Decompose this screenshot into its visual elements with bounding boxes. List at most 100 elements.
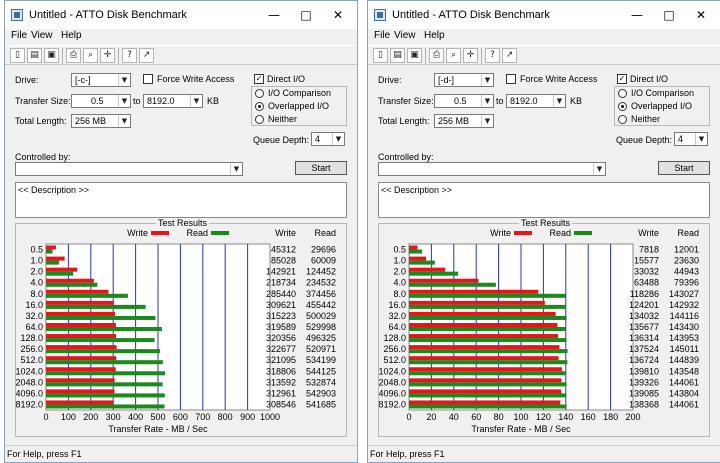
io-mode-radio-overlapped-i-o[interactable] <box>618 102 627 111</box>
menu-file[interactable]: File <box>11 30 27 41</box>
minimize-button[interactable]: — <box>624 5 650 25</box>
close-button[interactable]: ✕ <box>325 5 351 25</box>
legend-read-swatch <box>574 231 592 235</box>
write-bar <box>409 256 427 261</box>
start-button[interactable]: Start <box>295 161 347 175</box>
app-icon <box>374 9 386 21</box>
minimize-button[interactable]: — <box>261 5 287 25</box>
read-value: 60009 <box>311 256 336 266</box>
print-preview-icon[interactable]: ⌕ <box>446 48 461 63</box>
transfer-size-to-select[interactable]: 8192.0 ▼ <box>506 94 566 108</box>
total-length-select[interactable]: 256 MB ▼ <box>71 114 131 128</box>
transfer-size-from-select[interactable]: 0.5 ▼ <box>71 94 131 108</box>
write-value: 218734 <box>266 278 296 288</box>
save-icon[interactable]: ▣ <box>407 48 422 63</box>
category-label: 2048.0 <box>379 377 406 387</box>
toolbar: ▯ ▤ ▣ ⎙ ⌕ ✛? ↗ <box>5 45 357 65</box>
total-length-select[interactable]: 256 MB ▼ <box>434 114 494 128</box>
context-help-icon[interactable]: ↗ <box>139 48 154 63</box>
io-mode-radio-i-o-comparison[interactable] <box>255 89 264 98</box>
description-box[interactable]: << Description >> <box>15 182 347 218</box>
category-label: 256.0 <box>383 344 406 354</box>
write-bar <box>46 367 116 372</box>
category-label: 0.5 <box>393 245 406 255</box>
context-help-icon[interactable]: ↗ <box>502 48 517 63</box>
force-write-access-checkbox[interactable] <box>143 74 153 84</box>
x-tick-label: 120 <box>536 412 551 422</box>
menu-view[interactable]: View <box>394 30 416 41</box>
io-mode-radio-overlapped-i-o[interactable] <box>255 102 264 111</box>
move-icon[interactable]: ✛ <box>463 48 478 63</box>
force-write-access-label: Force Write Access <box>157 74 235 84</box>
description-box[interactable]: << Description >> <box>378 182 710 218</box>
transfer-size-to-select[interactable]: 8192.0 ▼ <box>143 94 203 108</box>
queue-depth-value: 4 <box>678 134 684 144</box>
menu-help[interactable]: Help <box>61 30 82 41</box>
help-icon[interactable]: ? <box>485 48 500 63</box>
help-icon[interactable]: ? <box>122 48 137 63</box>
read-value: 144061 <box>669 399 699 409</box>
maximize-button[interactable]: □ <box>656 5 682 25</box>
drive-select[interactable]: [-d-] ▼ <box>434 73 494 87</box>
write-value: 312961 <box>266 388 296 398</box>
transfer-size-from-select[interactable]: 0.5 ▼ <box>434 94 494 108</box>
print-preview-icon[interactable]: ⌕ <box>83 48 98 63</box>
direct-io-checkbox[interactable]: ✓ <box>254 74 264 84</box>
description-text: << Description >> <box>381 185 453 195</box>
move-icon[interactable]: ✛ <box>100 48 115 63</box>
x-tick-label: 140 <box>558 412 573 422</box>
new-file-icon[interactable]: ▯ <box>373 48 388 63</box>
drive-label: Drive: <box>15 75 39 85</box>
legend-write-swatch <box>151 231 169 235</box>
read-value: 542903 <box>306 388 336 398</box>
write-value: 139326 <box>629 377 659 387</box>
menu-view[interactable]: View <box>31 30 53 41</box>
chevron-down-icon: ▼ <box>118 95 130 107</box>
queue-depth-select[interactable]: 4 ▼ <box>311 132 345 146</box>
category-label: 16.0 <box>25 300 43 310</box>
menu-help[interactable]: Help <box>424 30 445 41</box>
io-mode-radio-i-o-comparison[interactable] <box>618 89 627 98</box>
write-value: 142921 <box>266 267 296 277</box>
category-label: 1024.0 <box>16 366 43 376</box>
category-label: 8192.0 <box>379 399 406 409</box>
queue-depth-label: Queue Depth: <box>253 135 310 145</box>
read-value: 145011 <box>670 344 699 354</box>
print-icon[interactable]: ⎙ <box>66 48 81 63</box>
legend-read-swatch <box>211 231 229 235</box>
controlled-by-select[interactable]: ▼ <box>378 162 606 176</box>
menu-file[interactable]: File <box>374 30 390 41</box>
io-mode-radio-neither[interactable] <box>618 115 627 124</box>
read-bar <box>46 382 163 387</box>
start-button[interactable]: Start <box>658 161 710 175</box>
chevron-down-icon: ▼ <box>332 133 344 145</box>
write-bar <box>409 334 559 339</box>
read-value: 500029 <box>306 311 336 321</box>
write-bar <box>46 289 109 294</box>
open-folder-icon[interactable]: ▤ <box>390 48 405 63</box>
write-value: 33032 <box>634 267 659 277</box>
read-bar <box>409 360 568 365</box>
read-bar <box>46 393 165 398</box>
write-value: 135677 <box>629 322 659 332</box>
force-write-access-checkbox[interactable] <box>506 74 516 84</box>
read-value: 144116 <box>670 311 699 321</box>
save-icon[interactable]: ▣ <box>44 48 59 63</box>
direct-io-checkbox[interactable]: ✓ <box>617 74 627 84</box>
category-label: 4096.0 <box>16 388 43 398</box>
controlled-by-select[interactable]: ▼ <box>15 162 243 176</box>
print-icon[interactable]: ⎙ <box>429 48 444 63</box>
new-file-icon[interactable]: ▯ <box>10 48 25 63</box>
chevron-down-icon: ▼ <box>553 95 565 107</box>
close-button[interactable]: ✕ <box>688 5 714 25</box>
write-value: 137524 <box>629 344 659 354</box>
queue-depth-select[interactable]: 4 ▼ <box>674 132 708 146</box>
transfer-size-unit: KB <box>207 96 220 106</box>
open-folder-icon[interactable]: ▤ <box>27 48 42 63</box>
toolbar-separator <box>481 48 482 64</box>
title-bar: Untitled - ATTO Disk Benchmark — □ ✕ <box>368 1 720 29</box>
transfer-size-label: Transfer Size: <box>15 96 71 106</box>
io-mode-radio-neither[interactable] <box>255 115 264 124</box>
drive-select[interactable]: [-c-] ▼ <box>71 73 131 87</box>
maximize-button[interactable]: □ <box>293 5 319 25</box>
